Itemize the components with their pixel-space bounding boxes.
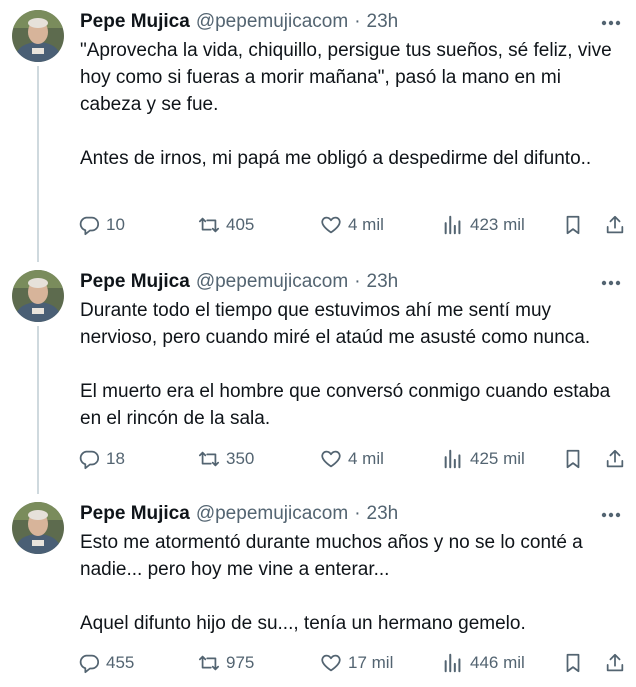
author-name[interactable]: Pepe Mujica [80,503,190,525]
more-icon [601,20,621,26]
like-button[interactable]: 4 mil [320,445,384,473]
reply-icon [79,654,100,674]
separator-dot: · [354,503,361,524]
share-icon [606,653,624,672]
more-icon [601,512,621,518]
tweet[interactable]: Pepe Mujica @pepemujicacom · 23h Esto me… [0,502,636,682]
tweet-header: Pepe Mujica @pepemujicacom · 23h [80,270,398,294]
tweet-paragraph: Antes de irnos, mi papá me obligó a desp… [80,148,592,169]
tweet-paragraph: El muerto era el hombre que conversó con… [80,381,611,429]
tweet-header: Pepe Mujica @pepemujicacom · 23h [80,10,398,34]
bookmark-icon [566,653,580,673]
author-handle[interactable]: @pepemujicacom [196,11,348,33]
tweet[interactable]: Pepe Mujica @pepemujicacom · 23h "Aprove… [0,10,636,250]
bookmark-icon [566,215,580,235]
reply-button[interactable]: 455 [78,649,134,677]
heart-icon [321,450,341,468]
tweet-paragraph: Esto me atormentó durante muchos años y … [80,532,583,580]
repost-button[interactable]: 350 [198,445,254,473]
tweet-paragraph: Aquel difunto hijo de su..., tenía un he… [80,613,526,634]
reply-count: 455 [106,653,135,672]
like-button[interactable]: 4 mil [320,211,384,239]
timestamp[interactable]: 23h [367,11,399,33]
tweet[interactable]: Pepe Mujica @pepemujicacom · 23h Durante… [0,270,636,480]
bookmark-button[interactable] [562,649,584,677]
more-button[interactable] [600,505,622,525]
share-button[interactable] [604,649,626,677]
tweet-text: Durante todo el tiempo que estuvimos ahí… [80,297,626,432]
avatar[interactable] [12,10,64,62]
share-button[interactable] [604,211,626,239]
author-handle[interactable]: @pepemujicacom [196,503,348,525]
tweet-text: Esto me atormentó durante muchos años y … [80,529,626,637]
bookmark-button[interactable] [562,211,584,239]
avatar[interactable] [12,270,64,322]
tweet-paragraph: Durante todo el tiempo que estuvimos ahí… [80,300,591,348]
views-button[interactable]: 423 mil [442,211,525,239]
more-button[interactable] [600,13,622,33]
share-button[interactable] [604,445,626,473]
more-icon [601,280,621,286]
repost-icon [198,217,220,233]
reply-count: 10 [106,215,125,234]
heart-icon [321,216,341,234]
reply-button[interactable]: 10 [78,211,125,239]
like-button[interactable]: 17 mil [320,649,393,677]
repost-button[interactable]: 975 [198,649,254,677]
author-handle[interactable]: @pepemujicacom [196,271,348,293]
repost-count: 975 [226,653,255,672]
reply-icon [79,450,100,470]
share-icon [606,215,624,234]
action-bar: 10 405 4 mil 423 mil [78,211,626,239]
action-bar: 18 350 4 mil 425 mil [78,445,626,473]
views-button[interactable]: 446 mil [442,649,525,677]
repost-count: 350 [226,449,255,468]
bookmark-icon [566,449,580,469]
bookmark-button[interactable] [562,445,584,473]
repost-icon [198,655,220,671]
avatar-image [12,270,64,322]
more-button[interactable] [600,273,622,293]
views-count: 423 mil [470,215,525,234]
views-icon [444,215,461,235]
views-icon [444,449,461,469]
views-button[interactable]: 425 mil [442,445,525,473]
separator-dot: · [354,11,361,32]
tweet-header: Pepe Mujica @pepemujicacom · 23h [80,502,398,526]
reply-count: 18 [106,449,125,468]
timestamp[interactable]: 23h [367,271,399,293]
reply-icon [79,216,100,236]
views-icon [444,653,461,673]
tweet-paragraph: "Aprovecha la vida, chiquillo, persigue … [80,40,612,115]
action-bar: 455 975 17 mil 446 mil [78,649,626,677]
share-icon [606,449,624,468]
author-name[interactable]: Pepe Mujica [80,271,190,293]
repost-count: 405 [226,215,255,234]
heart-icon [321,654,341,672]
like-count: 4 mil [348,215,384,234]
avatar[interactable] [12,502,64,554]
reply-button[interactable]: 18 [78,445,125,473]
separator-dot: · [354,271,361,292]
like-count: 17 mil [348,653,394,672]
like-count: 4 mil [348,449,384,468]
views-count: 446 mil [470,653,525,672]
repost-icon [198,451,220,467]
avatar-image [12,10,64,62]
repost-button[interactable]: 405 [198,211,254,239]
timestamp[interactable]: 23h [367,503,399,525]
avatar-image [12,502,64,554]
views-count: 425 mil [470,449,525,468]
tweet-text: "Aprovecha la vida, chiquillo, persigue … [80,37,626,172]
author-name[interactable]: Pepe Mujica [80,11,190,33]
